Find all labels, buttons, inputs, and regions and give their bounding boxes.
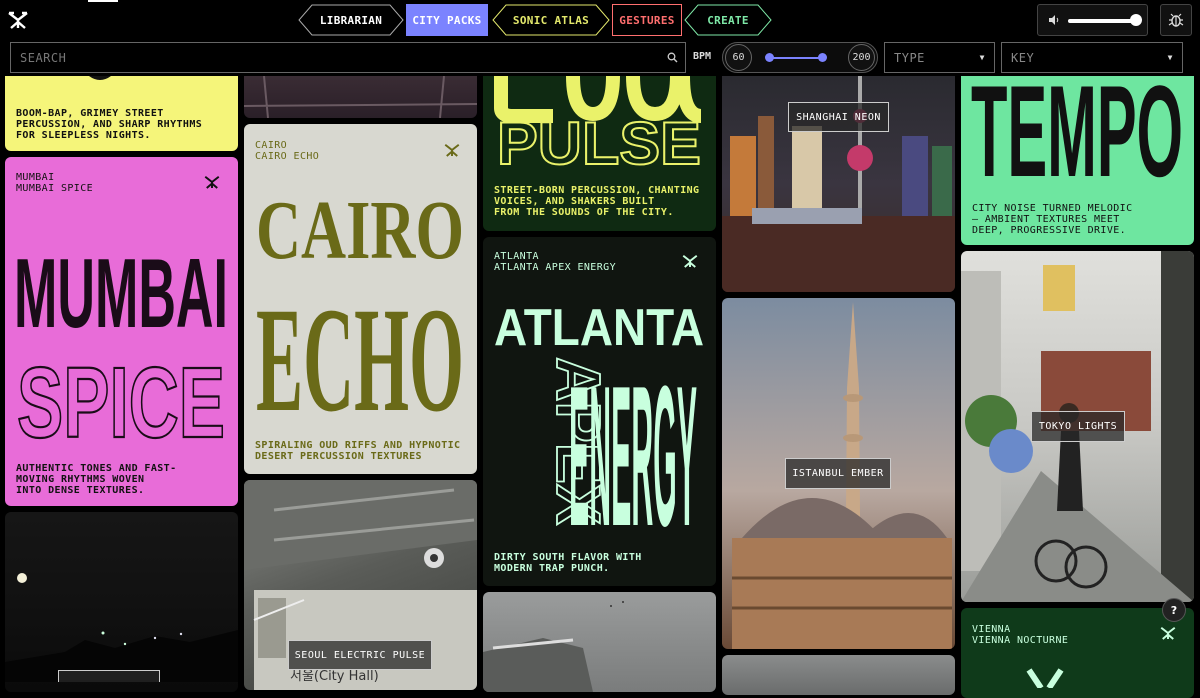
bpm-label: BPM [693, 51, 712, 62]
night-skyline-photo [5, 573, 238, 682]
cairo-title-art: CAIRO ECHO [256, 184, 464, 420]
chevron-down-icon: ▼ [979, 53, 985, 62]
shanghai-neon-tag[interactable]: SHANGHAI NEON [788, 102, 889, 132]
card-city: CAIRO [255, 140, 288, 151]
pack-card-night-photo[interactable] [5, 512, 238, 692]
cairo-title-line1: CAIRO [256, 184, 464, 277]
brand-mark-icon [1160, 626, 1176, 640]
tab-label: CITY PACKS [412, 13, 482, 27]
pack-card-tokyo-lights[interactable]: TOKYO LIGHTS [961, 251, 1194, 602]
tab-gestures[interactable]: GESTURES [612, 4, 682, 36]
card-pack-name: MUMBAI SPICE [16, 183, 94, 194]
pack-card-vienna-nocturne[interactable]: VIENNA VIENNA NOCTURNE [961, 608, 1194, 698]
bpm-range-slider[interactable]: 60 200 [722, 42, 878, 73]
card-description: SPIRALING OUD RIFFS AND HYPNOTIC DESERT … [255, 440, 461, 462]
card-art-fragment [89, 76, 111, 80]
mumbai-title-art: MUMBAI SPICE [14, 238, 228, 445]
pulse-title-art: PULSE [494, 76, 702, 176]
cairo-title-line2: ECHO [256, 277, 464, 420]
pack-card-tempo[interactable]: TEMPO CITY NOISE TURNED MELODIC – AMBIEN… [961, 76, 1194, 245]
tab-label: LIBRARIAN [319, 13, 383, 27]
pack-card-istanbul-ember[interactable]: ISTANBUL EMBER [722, 298, 955, 649]
bpm-min-handle[interactable] [765, 53, 774, 62]
tab-create[interactable]: CREATE [684, 4, 772, 36]
speaker-icon[interactable] [1048, 14, 1060, 26]
subway-photo-fragment [244, 76, 477, 118]
mumbai-title-line1: MUMBAI [14, 238, 228, 348]
help-button[interactable]: ? [1162, 598, 1186, 622]
pack-card-shanghai-neon[interactable]: SHANGHAI NEON [722, 76, 955, 292]
vienna-title-art-fragment [1026, 668, 1064, 688]
card-pack-name: ATLANTA APEX ENERGY [494, 262, 616, 273]
bug-report-button[interactable] [1160, 4, 1192, 36]
header-accent [88, 0, 118, 2]
brand-mark-icon [204, 175, 220, 189]
pack-label-tag[interactable] [58, 670, 160, 682]
card-description: CITY NOISE TURNED MELODIC – AMBIENT TEXT… [972, 203, 1133, 236]
card-description: DIRTY SOUTH FLAVOR WITH MODERN TRAP PUNC… [494, 552, 642, 574]
top-bar: LIBRARIAN CITY PACKS SONIC ATLAS GESTURE… [0, 0, 1200, 40]
brand-logo-icon[interactable] [6, 8, 30, 32]
card-pack-name: CAIRO ECHO [255, 151, 320, 162]
tokyo-lights-tag[interactable]: TOKYO LIGHTS [1031, 411, 1125, 442]
istanbul-ember-tag[interactable]: ISTANBUL EMBER [785, 458, 891, 489]
key-dropdown-label: KEY [1011, 50, 1035, 65]
pack-card-rooftop-photo[interactable] [483, 592, 716, 692]
bpm-min-value: 60 [725, 44, 752, 71]
search-icon[interactable] [659, 52, 685, 63]
pack-card-subway-top[interactable] [244, 76, 477, 118]
atlanta-title-art: ATLANTA APEX ENERGY [494, 299, 704, 535]
bpm-max-handle[interactable] [818, 53, 827, 62]
pack-card-pulse[interactable]: PULSE STREET-BORN PERCUSSION, CHANTING V… [483, 76, 716, 231]
card-city: VIENNA [972, 624, 1011, 635]
brand-mark-icon [444, 143, 460, 157]
card-description: BOOM-BAP, GRIMEY STREET PERCUSSION, AND … [16, 108, 203, 141]
volume-knob[interactable] [1130, 14, 1142, 26]
chevron-down-icon: ▼ [1167, 53, 1173, 62]
atlanta-title-line3: ENERGY [569, 345, 697, 535]
mumbai-title-line2: SPICE [17, 347, 225, 445]
card-description: AUTHENTIC TONES AND FAST- MOVING RHYTHMS… [16, 463, 177, 496]
pack-card-atlanta-apex-energy[interactable]: ATLANTA ATLANTA APEX ENERGY ATLANTA APEX… [483, 237, 716, 586]
seoul-electric-pulse-tag[interactable]: SEOUL ELECTRIC PULSE [288, 640, 432, 670]
tab-librarian[interactable]: LIBRARIAN [298, 4, 404, 36]
tab-city-packs[interactable]: CITY PACKS [406, 4, 488, 36]
pack-card-cairo-echo[interactable]: CAIRO CAIRO ECHO CAIRO ECHO SPIRALING OU… [244, 124, 477, 474]
tab-label: SONIC ATLAS [512, 13, 590, 27]
tab-label: CREATE [707, 13, 749, 27]
filter-bar: BPM 60 200 TYPE ▼ KEY ▼ [0, 40, 1200, 76]
pack-card-street-photo[interactable] [722, 655, 955, 695]
pack-card-boom-bap[interactable]: BOOM-BAP, GRIMEY STREET PERCUSSION, AND … [5, 76, 238, 151]
search-box [10, 42, 686, 73]
type-dropdown[interactable]: TYPE ▼ [884, 42, 995, 73]
card-city: ATLANTA [494, 251, 539, 262]
bpm-range-track[interactable] [769, 57, 825, 59]
brand-mark-icon [682, 254, 698, 268]
pulse-title-word: PULSE [497, 110, 701, 176]
type-dropdown-label: TYPE [894, 50, 925, 65]
bug-icon [1168, 13, 1184, 27]
card-pack-name: VIENNA NOCTURNE [972, 635, 1069, 646]
search-input[interactable] [11, 43, 659, 72]
tempo-title-word: TEMPO [971, 76, 1183, 196]
key-dropdown[interactable]: KEY ▼ [1001, 42, 1183, 73]
card-city: MUMBAI [16, 172, 55, 183]
pack-card-seoul-electric-pulse[interactable]: 서울(City Hall) SEOUL ELECTRIC PULSE [244, 480, 477, 690]
volume-control[interactable] [1037, 4, 1148, 36]
card-description: STREET-BORN PERCUSSION, CHANTING VOICES,… [494, 185, 700, 218]
rooftop-photo [483, 601, 624, 692]
tempo-title-art: TEMPO [971, 76, 1183, 196]
tab-sonic-atlas[interactable]: SONIC ATLAS [492, 4, 610, 36]
tab-label: GESTURES [619, 13, 675, 27]
pack-card-mumbai-spice[interactable]: MUMBAI MUMBAI SPICE MUMBAI SPICE AUTHENT… [5, 157, 238, 506]
bpm-max-value: 200 [848, 44, 875, 71]
